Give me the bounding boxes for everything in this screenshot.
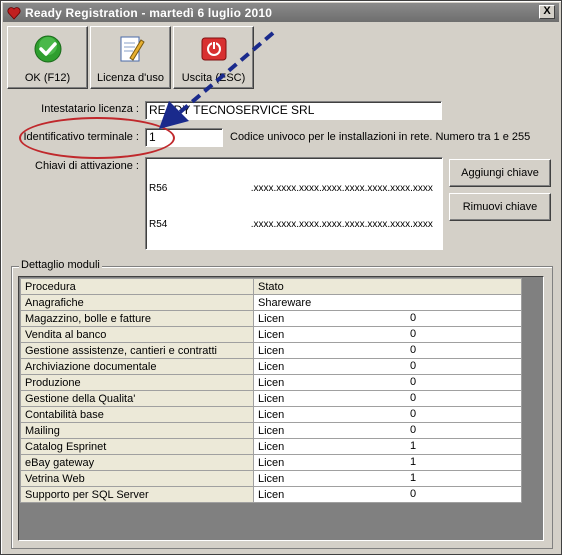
intestatario-label: Intestatario licenza : [41,103,139,115]
stato-text: Licen [258,312,285,325]
cell-stato[interactable]: Licen 0 [253,390,522,407]
stato-tail: 1 [410,456,417,468]
table-row[interactable]: Gestione della Qualita' Licen 0 [20,390,522,407]
stato-text: Licen [258,376,285,389]
stato-tail: 0 [410,424,417,436]
window-title: Ready Registration - martedì 6 luglio 20… [25,5,273,20]
stato-tail: 0 [410,312,417,324]
cell-stato[interactable]: Licen 0 [253,486,522,503]
chiave-line: R54 .xxxx.xxxx.xxxx.xxxx.xxxx.xxxx.xxxx.… [149,219,433,230]
chiavi-label: Chiavi di attivazione : [35,160,139,172]
stato-tail: 0 [410,360,417,372]
table-row[interactable]: Magazzino, bolle e fatture Licen 0 [20,310,522,327]
stato-text: Licen [258,456,285,469]
table-row[interactable]: Produzione Licen 0 [20,374,522,391]
stato-tail: 0 [410,344,417,356]
cell-stato[interactable]: Shareware [253,294,522,311]
document-pen-icon [120,36,145,62]
cell-stato[interactable]: Licen 1 [253,454,522,471]
dettaglio-moduli-title: Dettaglio moduli [19,259,102,271]
cell-stato[interactable]: Licen 0 [253,310,522,327]
cell-procedura[interactable]: eBay gateway [20,454,254,471]
col-header-procedura[interactable]: Procedura [20,278,254,295]
stato-text: Licen [258,440,285,453]
stato-tail: 0 [410,392,417,404]
moduli-grid[interactable]: Procedura Stato Anagrafiche Shareware Maga… [18,276,544,541]
cell-stato[interactable]: Licen 0 [253,358,522,375]
cell-procedura[interactable]: Supporto per SQL Server [20,486,254,503]
cell-procedura[interactable]: Gestione della Qualita' [20,390,254,407]
stato-tail: 1 [410,472,417,484]
cell-stato[interactable]: Licen 0 [253,326,522,343]
stato-text: Licen [258,344,285,357]
table-row[interactable]: Vetrina Web Licen 1 [20,470,522,487]
cell-procedura[interactable]: Archiviazione documentale [20,358,254,375]
cell-stato[interactable]: Licen 1 [253,470,522,487]
table-row[interactable]: Mailing Licen 0 [20,422,522,439]
cell-procedura[interactable]: Vendita al banco [20,326,254,343]
table-row[interactable]: Catalog Esprinet Licen 1 [20,438,522,455]
cell-procedura[interactable]: Vetrina Web [20,470,254,487]
heart-icon [7,6,21,20]
cell-stato[interactable]: Licen 0 [253,422,522,439]
annotation-arrow [159,31,275,129]
stato-text: Licen [258,360,285,373]
cell-procedura[interactable]: Magazzino, bolle e fatture [20,310,254,327]
table-row[interactable]: Vendita al banco Licen 0 [20,326,522,343]
chiave-line: R56 .xxxx.xxxx.xxxx.xxxx.xxxx.xxxx.xxxx.… [149,183,433,194]
stato-tail: 0 [410,376,417,388]
cell-procedura[interactable]: Contabilità base [20,406,254,423]
table-row[interactable]: Supporto per SQL Server Licen 0 [20,486,522,503]
identificativo-hint: Codice univoco per le installazioni in r… [230,131,531,143]
stato-text: Licen [258,472,285,485]
table-row[interactable]: Contabilità base Licen 0 [20,406,522,423]
rimuovi-chiave-button[interactable]: Rimuovi chiave [449,193,551,221]
table-row[interactable]: Archiviazione documentale Licen 0 [20,358,522,375]
stato-text: Licen [258,328,285,341]
cell-stato[interactable]: Licen 0 [253,406,522,423]
close-button[interactable]: X [539,5,555,19]
check-icon [34,35,61,63]
title-bar[interactable]: Ready Registration - martedì 6 luglio 20… [3,3,559,22]
cell-procedura[interactable]: Produzione [20,374,254,391]
grid-header: Procedura Stato [20,278,522,295]
stato-text: Licen [258,424,285,437]
registration-window: Ready Registration - martedì 6 luglio 20… [0,0,562,555]
moduli-table: Procedura Stato Anagrafiche Shareware Maga… [20,278,522,503]
cell-stato[interactable]: Licen 0 [253,342,522,359]
stato-tail: 0 [410,328,417,340]
cell-procedura[interactable]: Gestione assistenze, cantieri e contratt… [20,342,254,359]
cell-stato[interactable]: Licen 0 [253,374,522,391]
stato-text: Shareware [258,296,312,309]
stato-text: Licen [258,408,285,421]
chiavi-textarea[interactable]: R56 .xxxx.xxxx.xxxx.xxxx.xxxx.xxxx.xxxx.… [145,157,443,250]
table-row[interactable]: eBay gateway Licen 1 [20,454,522,471]
cell-stato[interactable]: Licen 1 [253,438,522,455]
col-header-stato[interactable]: Stato [253,278,522,295]
cell-procedura[interactable]: Mailing [20,422,254,439]
stato-tail: 0 [410,488,417,500]
cell-procedura[interactable]: Anagrafiche [20,294,254,311]
stato-tail: 1 [410,440,417,452]
stato-text: Licen [258,488,285,501]
cell-procedura[interactable]: Catalog Esprinet [20,438,254,455]
stato-tail: 0 [410,408,417,420]
ok-button[interactable]: OK (F12) [7,26,88,89]
stato-text: Licen [258,392,285,405]
ok-button-label: OK (F12) [24,72,71,84]
table-row[interactable]: Anagrafiche Shareware [20,294,522,311]
table-row[interactable]: Gestione assistenze, cantieri e contratt… [20,342,522,359]
aggiungi-chiave-button[interactable]: Aggiungi chiave [449,159,551,187]
